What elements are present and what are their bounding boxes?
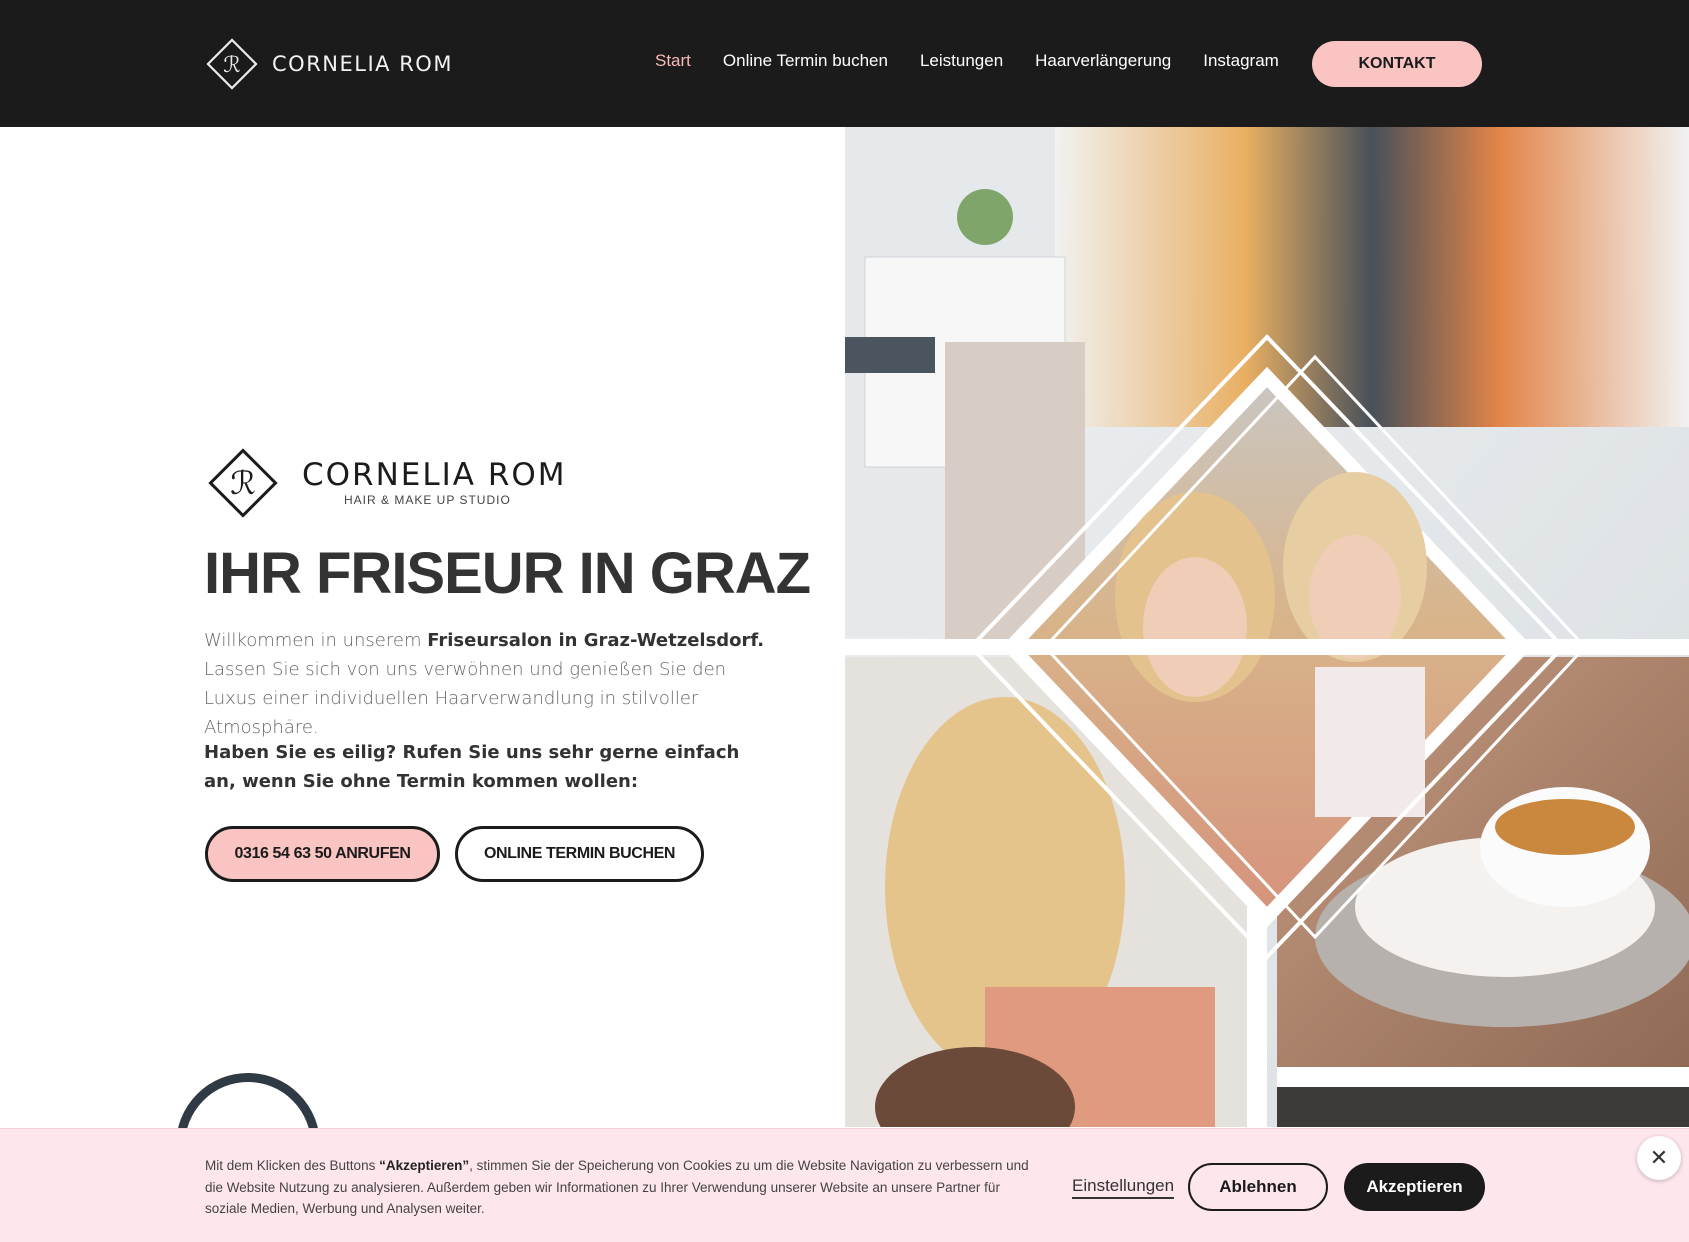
cookie-decline-button[interactable]: Ablehnen bbox=[1188, 1163, 1328, 1211]
cookie-text: Mit dem Klicken des Buttons “Akzeptieren… bbox=[205, 1155, 1045, 1220]
brand-logo[interactable]: ℛ CORNELIA ROM bbox=[204, 36, 453, 92]
call-button[interactable]: 0316 54 63 50 ANRUFEN bbox=[205, 826, 440, 882]
cookie-accept-button[interactable]: Akzeptieren bbox=[1344, 1163, 1485, 1211]
hero-logo: ℛ CORNELIA ROM HAIR & MAKE UP STUDIO bbox=[204, 444, 567, 522]
intro-bold-text: Friseursalon in Graz-Wetzelsdorf. bbox=[427, 630, 765, 651]
book-online-button[interactable]: ONLINE TERMIN BUCHEN bbox=[455, 826, 704, 882]
cr-diamond-logo-icon: ℛ bbox=[206, 38, 258, 90]
hero-intro: Willkommen in unserem Friseursalon in Gr… bbox=[204, 626, 774, 742]
hero-urgent-text: Haben Sie es eilig? Rufen Sie uns sehr g… bbox=[204, 742, 740, 792]
svg-text:ℛ: ℛ bbox=[230, 464, 256, 502]
intro-text-continued: Lassen Sie sich von uns verwöhnen und ge… bbox=[204, 659, 727, 738]
close-icon[interactable]: ✕ bbox=[1637, 1136, 1681, 1180]
cookie-text-bold: “Akzeptieren” bbox=[379, 1158, 470, 1173]
intro-text: Willkommen in unserem bbox=[204, 630, 428, 651]
cr-diamond-logo-icon: ℛ bbox=[208, 448, 278, 518]
cookie-text-prefix: Mit dem Klicken des Buttons bbox=[205, 1158, 380, 1173]
svg-text:ℛ: ℛ bbox=[223, 53, 241, 78]
salon-collage-graphic bbox=[845, 127, 1689, 1127]
salon-collage-image bbox=[845, 127, 1689, 1127]
nav-item-instagram[interactable]: Instagram bbox=[1203, 51, 1279, 71]
main-nav: Start Online Termin buchen Leistungen Ha… bbox=[655, 51, 1311, 71]
cookie-banner: Mit dem Klicken des Buttons “Akzeptieren… bbox=[0, 1128, 1689, 1242]
hero-logo-tagline: HAIR & MAKE UP STUDIO bbox=[344, 493, 511, 507]
brand-name: CORNELIA ROM bbox=[272, 52, 453, 76]
nav-item-leistungen[interactable]: Leistungen bbox=[920, 51, 1003, 71]
cookie-settings-link[interactable]: Einstellungen bbox=[1072, 1175, 1175, 1199]
contact-button[interactable]: KONTAKT bbox=[1312, 41, 1482, 87]
nav-item-online-termin[interactable]: Online Termin buchen bbox=[723, 51, 888, 71]
nav-item-start[interactable]: Start bbox=[655, 51, 691, 71]
site-header: ℛ CORNELIA ROM Start Online Termin buche… bbox=[0, 0, 1689, 127]
nav-item-haarverlaengerung[interactable]: Haarverlängerung bbox=[1035, 51, 1171, 71]
hero-logo-name: CORNELIA ROM bbox=[302, 457, 567, 493]
page-title: IHR FRISEUR IN GRAZ bbox=[204, 541, 811, 606]
